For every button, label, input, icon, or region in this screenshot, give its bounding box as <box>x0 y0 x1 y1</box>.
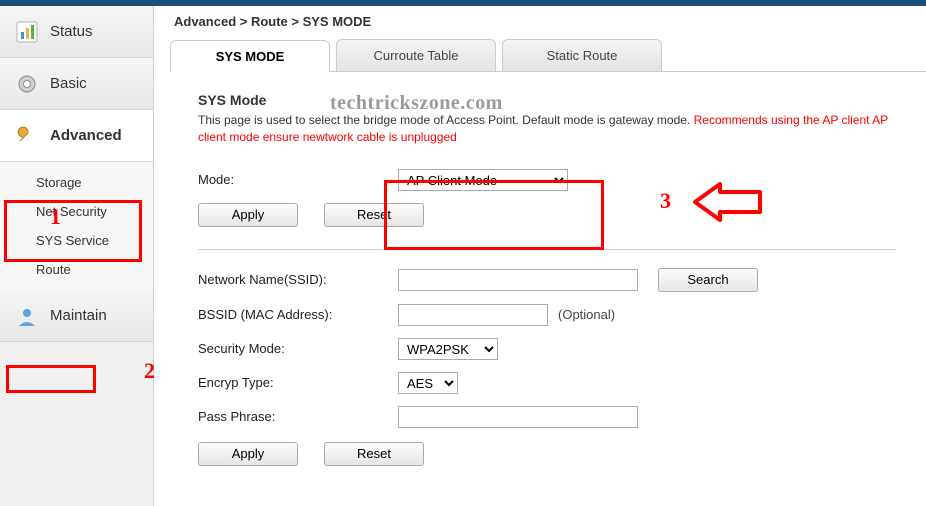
tab-row: SYS MODE Curroute Table Static Route <box>170 39 926 72</box>
mode-label: Mode: <box>198 172 398 187</box>
tab-curroute[interactable]: Curroute Table <box>336 39 496 71</box>
ssid-input[interactable] <box>398 269 638 291</box>
search-button[interactable]: Search <box>658 268 758 292</box>
user-icon <box>14 303 40 329</box>
tab-static-route[interactable]: Static Route <box>502 39 662 71</box>
passphrase-input[interactable] <box>398 406 638 428</box>
enc-label: Encryp Type: <box>198 375 398 390</box>
sub-net-security[interactable]: Net Security <box>0 197 153 226</box>
main-area: Advanced > Route > SYS MODE SYS MODE Cur… <box>154 6 926 506</box>
nav-advanced-label: Advanced <box>50 127 122 144</box>
nav-maintain[interactable]: Maintain <box>0 290 153 342</box>
mode-select[interactable]: AP Client Mode <box>398 169 568 191</box>
optional-label: (Optional) <box>558 307 615 322</box>
section-desc: This page is used to select the bridge m… <box>198 112 896 147</box>
bssid-input[interactable] <box>398 304 548 326</box>
gear-icon <box>14 71 40 97</box>
status-icon <box>14 19 40 45</box>
content: SYS Mode This page is used to select the… <box>154 72 926 476</box>
breadcrumb: Advanced > Route > SYS MODE <box>154 6 926 39</box>
nav-basic[interactable]: Basic <box>0 58 153 110</box>
security-select[interactable]: WPA2PSK <box>398 338 498 360</box>
sub-storage[interactable]: Storage <box>0 168 153 197</box>
mode-block: Mode: AP Client Mode Apply Reset <box>198 169 896 227</box>
advanced-sub-items: Storage Net Security SYS Service Route <box>0 162 153 290</box>
sub-sys-service[interactable]: SYS Service <box>0 226 153 255</box>
bssid-label: BSSID (MAC Address): <box>198 307 398 322</box>
apply-button-bottom[interactable]: Apply <box>198 442 298 466</box>
sub-route[interactable]: Route <box>0 255 153 284</box>
nav-advanced[interactable]: Advanced <box>0 110 153 162</box>
reset-button-bottom[interactable]: Reset <box>324 442 424 466</box>
app-container: Status Basic Advanced Storage Net Securi… <box>0 6 926 506</box>
ssid-label: Network Name(SSID): <box>198 272 398 287</box>
section-title: SYS Mode <box>198 92 896 108</box>
nav-basic-label: Basic <box>50 75 87 92</box>
reset-button-top[interactable]: Reset <box>324 203 424 227</box>
encryption-select[interactable]: AES <box>398 372 458 394</box>
apply-button-top[interactable]: Apply <box>198 203 298 227</box>
nav-status[interactable]: Status <box>0 6 153 58</box>
tab-sys-mode[interactable]: SYS MODE <box>170 40 330 72</box>
pass-label: Pass Phrase: <box>198 409 398 424</box>
sidebar: Status Basic Advanced Storage Net Securi… <box>0 6 154 506</box>
desc-plain: This page is used to select the bridge m… <box>198 113 694 127</box>
wrench-icon <box>14 123 40 149</box>
nav-status-label: Status <box>50 23 93 40</box>
divider <box>198 249 896 250</box>
ap-client-block: Network Name(SSID): Search BSSID (MAC Ad… <box>198 268 896 466</box>
sec-label: Security Mode: <box>198 341 398 356</box>
nav-maintain-label: Maintain <box>50 307 107 324</box>
